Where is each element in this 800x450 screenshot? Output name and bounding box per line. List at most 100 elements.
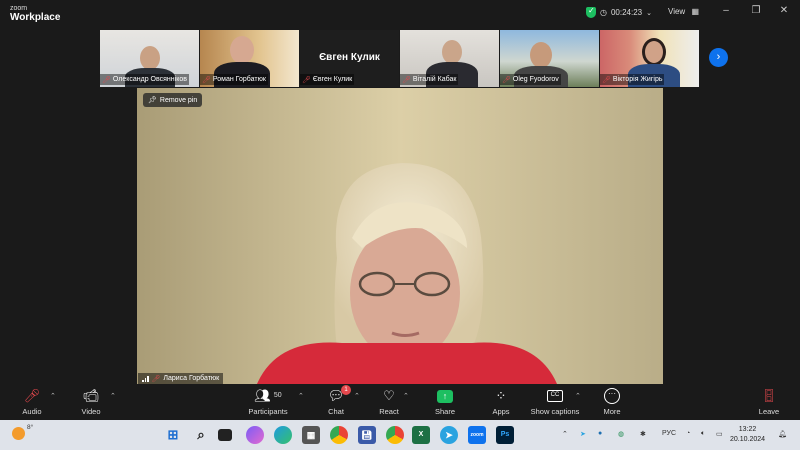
next-page-arrow-icon[interactable]: › [709,48,728,67]
participant-head [230,36,254,64]
volume-icon[interactable]: 🔈︎ [701,430,705,438]
participants-count: 50 [273,392,282,399]
mic-muted-icon: 🎤︎ [402,76,411,84]
minimize-icon[interactable]: – [718,5,734,16]
leave-label: Leave [758,407,780,416]
mic-muted-icon: 🎤︎ [602,76,611,84]
photoshop-icon[interactable]: Ps [496,426,514,444]
more-dots-icon: ··· [604,388,620,404]
clock-date: 20.10.2024 [730,436,766,443]
calculator-icon[interactable]: ▦ [302,426,320,444]
view-label: View [668,7,686,16]
remove-pin-label: Remove pin [159,96,198,104]
tray-bluetooth-icon[interactable]: ✱ [640,430,646,438]
chat-unread-badge: 1 [341,385,351,395]
meeting-timer[interactable]: ◷ 00:24:23 ⌄ [586,6,652,18]
view-grid-icon: ▦ [691,7,699,16]
participants-button[interactable]: 👥︎ 50 Participants [233,387,303,416]
zoom-meeting-window: zoom Workplace ◷ 00:24:23 ⌄ View ▦ – ❐ ✕… [0,0,800,450]
participant-thumbnail[interactable]: 🎤︎ Oleg Fyodorov [500,30,599,87]
telegram-icon[interactable]: ➤ [440,426,458,444]
participant-name-tag: 🎤︎ Oleg Fyodorov [500,74,561,85]
notification-bell-icon[interactable]: 🔔︎ [778,430,787,438]
zoom-workplace-logo: zoom Workplace [10,4,60,23]
participant-name-tag: 🎤︎ Роман Горбатюк [200,74,268,85]
edge-browser-icon[interactable] [274,426,292,444]
participant-thumbnail[interactable]: 🎤︎ Віталій Кабак [400,30,499,87]
system-clock[interactable]: 13:22 20.10.2024 [730,425,765,445]
chrome-browser-icon[interactable] [330,426,348,444]
floppy-save-icon[interactable]: 💾︎ [358,426,376,444]
react-options-chevron-icon[interactable]: ⌃ [403,392,409,400]
participant-name: Роман Горбатюк [212,76,266,83]
pin-icon: 📌︎ [148,97,157,104]
participant-name-tag: 🎤︎ Євген Кулик [300,74,355,85]
speaker-video-image [137,88,663,384]
wifi-icon[interactable]: ◔ [686,430,690,437]
participant-thumbnail[interactable]: 🎤︎ Вікторія Жигірь [600,30,699,87]
participant-name-tag: 🎤︎ Віталій Кабак [400,74,459,85]
participant-head [642,38,666,66]
participant-name-tag: 🎤︎ Олександр Овсянніков [100,74,189,85]
participant-display-name: Євген Кулик [319,52,380,63]
language-indicator[interactable]: РУС [662,430,676,437]
participant-thumbnail[interactable]: 🎤︎ Роман Горбатюк [200,30,299,87]
tray-app-icon[interactable]: ● [598,430,602,437]
clock-time: 13:22 [738,426,757,433]
sun-weather-icon [12,427,25,440]
mic-muted-icon: 🎤︎ [302,76,311,84]
mic-muted-icon: 🎤︎ [502,76,511,84]
encryption-shield-icon[interactable] [586,6,596,18]
mic-muted-icon: 🎤︎ [202,76,211,84]
participants-label: Participants [248,407,288,416]
participant-head [442,40,462,64]
participant-name: Oleg Fyodorov [512,76,559,83]
weather-widget[interactable]: 8° [12,424,33,440]
meeting-controls-toolbar: 🎤︎ Audio ⌃ 📹︎ Video ⌃ 👥︎ 50 Participants … [0,384,800,420]
closed-captions-icon: CC [547,390,563,402]
video-options-chevron-icon[interactable]: ⌃ [110,392,116,400]
close-icon[interactable]: ✕ [776,5,792,16]
mic-muted-icon: 🎤︎ [102,76,111,84]
battery-icon[interactable]: ▭ [716,430,723,438]
participant-head [140,46,160,70]
zoom-app-icon[interactable]: zoom [468,426,486,444]
participant-name-tag: 🎤︎ Вікторія Жигірь [600,74,665,85]
participant-name: Олександр Овсянніков [112,76,187,83]
video-label: Video [81,407,101,416]
participant-name: Євген Кулик [312,76,353,83]
task-view-icon[interactable] [218,429,232,441]
excel-icon[interactable]: X [412,426,430,444]
speaker-name: Лариса Горбатюк [163,375,220,382]
leave-door-icon: 🚪︎ [760,388,778,403]
chrome-profile-icon[interactable] [386,426,404,444]
more-button[interactable]: ··· More [577,387,647,416]
clock-icon: ◷ [600,8,607,17]
participant-thumbnail[interactable]: 🎤︎ Олександр Овсянніков [100,30,199,87]
copilot-icon[interactable] [246,426,264,444]
tray-sync-icon[interactable]: ◍ [618,430,624,438]
restore-icon[interactable]: ❐ [748,5,764,16]
apps-icon: ⁘ [495,388,507,403]
main-video-feed[interactable] [137,88,663,384]
remove-pin-button[interactable]: 📌︎ Remove pin [143,93,203,107]
participant-name: Вікторія Жигірь [612,76,663,83]
audio-options-chevron-icon[interactable]: ⌃ [50,392,56,400]
signal-strength-icon [142,375,149,382]
participant-name: Віталій Кабак [412,76,457,83]
view-button[interactable]: View ▦ [668,7,699,16]
chevron-down-icon[interactable]: ⌄ [646,9,652,17]
start-windows-icon[interactable]: ⊞ [164,426,182,444]
video-camera-icon: 📹︎ [82,388,100,403]
title-bar: zoom Workplace ◷ 00:24:23 ⌄ View ▦ – ❐ ✕ [0,0,800,26]
mic-muted-icon: 🎤︎ [23,388,41,403]
mic-muted-icon: 🎤︎ [151,375,161,383]
heart-icon: ♡ [383,388,395,403]
timer-text: 00:24:23 [610,8,643,17]
show-hidden-icons-chevron-icon[interactable]: ⌃ [562,430,568,438]
search-icon[interactable]: ⌕ [192,426,210,444]
participant-thumbnail[interactable]: Євген Кулик 🎤︎ Євген Кулик [300,30,399,87]
share-screen-icon: ↑ [437,389,453,403]
leave-button[interactable]: 🚪︎ Leave [734,387,800,416]
tray-telegram-icon[interactable]: ➤ [580,430,586,438]
